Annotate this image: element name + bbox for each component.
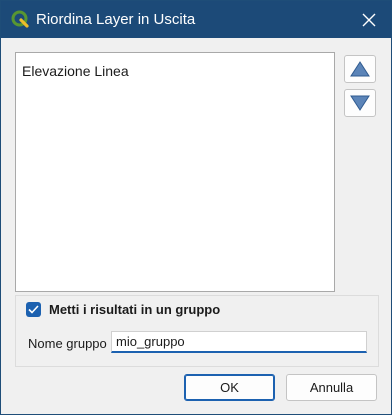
move-up-button[interactable]	[344, 55, 376, 83]
group-checkbox-label[interactable]: Metti i risultati in un gruppo	[49, 302, 220, 317]
group-options: Metti i risultati in un gruppo Nome grup…	[15, 295, 379, 367]
dialog-window: Riordina Layer in Uscita Elevazione Line…	[0, 0, 392, 415]
list-item[interactable]: Elevazione Linea	[22, 63, 129, 79]
close-icon	[362, 13, 376, 26]
ok-button[interactable]: OK	[184, 374, 275, 401]
title-bar: Riordina Layer in Uscita	[1, 1, 391, 38]
qgis-logo-icon	[11, 10, 29, 28]
triangle-down-icon	[350, 95, 370, 111]
layer-list[interactable]: Elevazione Linea	[15, 52, 335, 292]
group-name-label: Nome gruppo	[28, 336, 107, 351]
triangle-up-icon	[350, 61, 370, 77]
cancel-button[interactable]: Annulla	[286, 374, 377, 401]
group-checkbox[interactable]	[26, 302, 41, 317]
move-down-button[interactable]	[344, 89, 376, 117]
group-name-input[interactable]	[111, 331, 367, 353]
checkmark-icon	[28, 305, 39, 314]
window-title: Riordina Layer in Uscita	[36, 11, 196, 28]
close-button[interactable]	[347, 1, 391, 38]
